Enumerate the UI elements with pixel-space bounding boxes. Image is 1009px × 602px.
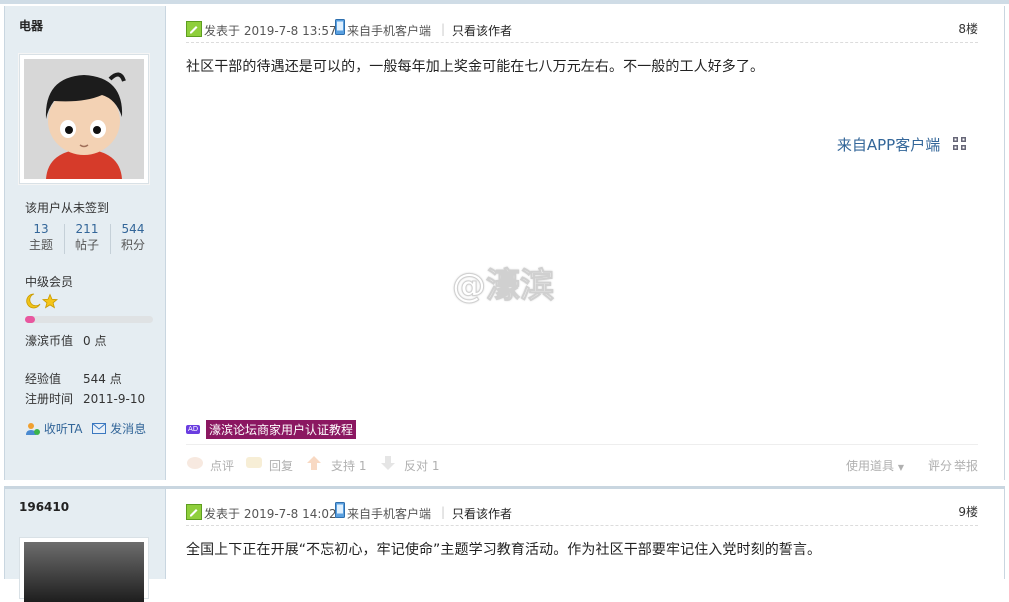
sign-status: 该用户从未签到 [25,201,110,215]
thumb-down-icon [381,456,395,470]
post-floor-9: 196410 发表于 2019-7-8 14:02 来自手机客户端 | 只看该作… [4,486,1005,602]
avatar[interactable] [19,54,149,184]
stat-posts[interactable]: 211 帖子 [65,222,109,254]
avatar-cartoon-icon [24,59,144,179]
ad-badge: AD [186,425,201,434]
tools-label: 使用道具 [846,459,895,473]
comment-button[interactable]: 点评 [210,457,234,474]
oppose-count: 1 [431,459,440,473]
thumb-up-icon [307,456,321,470]
from-app-label: 来自APP客户端 [836,136,941,154]
rank-progress-bar [25,316,153,323]
top-border [0,0,1009,4]
qr-icon [953,137,966,150]
stat-points-count: 544 [121,222,145,236]
stat-threads[interactable]: 13 主题 [19,222,63,254]
header-divider: | [441,505,446,519]
support-button[interactable]: 支持 1 [331,457,366,474]
stat-posts-count: 211 [75,222,99,236]
oppose-button[interactable]: 反对 1 [404,457,439,474]
post-header: 发表于 2019-7-8 14:02 来自手机客户端 | 只看该作者 9楼 [186,502,978,526]
mobile-icon [335,502,345,518]
stat-points-label: 积分 [120,238,145,252]
post-footer: 点评 回复 支持 1 反对 1 使用道具 ▼ | 评分 举报 [186,444,978,481]
field-regdate: 注册时间 2011-9-10 [25,390,145,407]
ad-link[interactable]: 濠滨论坛商家用户认证教程 [206,420,357,439]
post-main: 发表于 2019-7-8 14:02 来自手机客户端 | 只看该作者 9楼 全国… [166,489,1004,579]
header-divider: | [441,22,446,36]
post-header: 发表于 2019-7-8 13:57 来自手机客户端 | 只看该作者 8楼 [186,19,978,43]
author-name[interactable]: 196410 [19,500,69,514]
post-content: 全国上下正在开展“不忘初心，牢记使命”主题学习教育活动。作为社区干部要牢记住入党… [186,542,822,558]
field-label: 注册时间 [25,392,74,406]
post-main: 发表于 2019-7-8 13:57 来自手机客户端 | 只看该作者 8楼 社区… [166,6,1004,480]
user-rank[interactable]: 中级会员 [25,273,73,290]
rank-stars [25,293,59,312]
mail-icon [92,423,107,434]
post-time: 发表于 2019-7-8 14:02 [204,507,337,521]
from-app-link[interactable]: 来自APP客户端 [837,134,966,155]
floor-number[interactable]: 9楼 [958,503,978,520]
reply-icon [246,457,262,468]
only-author-link[interactable]: 只看该作者 [452,505,512,522]
support-count: 1 [358,459,367,473]
message-link[interactable]: 发消息 [110,422,146,436]
moon-icon [26,293,41,309]
post-content: 社区干部的待遇还是可以的，一般每年加上奖金可能在七八万元左右。不一般的工人好多了… [186,59,765,75]
oppose-label: 反对 [404,459,429,473]
edit-icon [186,21,202,37]
field-value: 544 点 [83,372,122,386]
rate-button[interactable]: 评分 [928,457,952,474]
reply-button[interactable]: 回复 [269,457,293,474]
star-icon [41,293,59,309]
floor-number[interactable]: 8楼 [958,20,978,37]
follow-icon [26,422,40,435]
follow-link[interactable]: 收听TA [44,422,83,436]
stat-threads-label: 主题 [28,238,53,252]
field-value: 0 点 [83,334,107,348]
field-exp: 经验值 544 点 [25,370,122,387]
client-link[interactable]: 来自手机客户端 [347,505,431,522]
field-label: 濠滨币值 [25,334,74,348]
user-actions: 收听TA 发消息 [25,420,146,437]
chevron-down-icon: ▼ [897,463,904,472]
post-time: 发表于 2019-7-8 13:57 [204,24,337,38]
only-author-link[interactable]: 只看该作者 [452,22,512,39]
field-value: 2011-9-10 [83,392,146,406]
avatar[interactable] [19,537,149,602]
author-sidebar: 196410 [5,489,166,602]
post-floor-8: 电器 该用户从未签到 13 主题 211 帖子 544 积分 中级会员 濠滨币值… [4,6,1005,480]
field-label: 经验值 [25,372,62,386]
tools-menu[interactable]: 使用道具 ▼ [846,457,904,474]
support-label: 支持 [331,459,356,473]
stat-posts-label: 帖子 [74,238,99,252]
stat-threads-count: 13 [33,222,49,236]
avatar-photo [24,542,144,602]
rank-progress-fill [25,316,36,323]
author-name[interactable]: 电器 [19,17,43,34]
mobile-icon [335,19,345,35]
client-link[interactable]: 来自手机客户端 [347,22,431,39]
watermark: @濠滨 [452,266,555,307]
stat-points[interactable]: 544 积分 [111,222,155,254]
author-sidebar: 电器 该用户从未签到 13 主题 211 帖子 544 积分 中级会员 濠滨币值… [5,6,166,480]
field-coin: 濠滨币值 0 点 [25,332,106,349]
comment-icon [187,457,203,469]
user-stats: 13 主题 211 帖子 544 积分 [19,222,153,256]
report-button[interactable]: 举报 [954,457,978,474]
edit-icon [186,504,202,520]
